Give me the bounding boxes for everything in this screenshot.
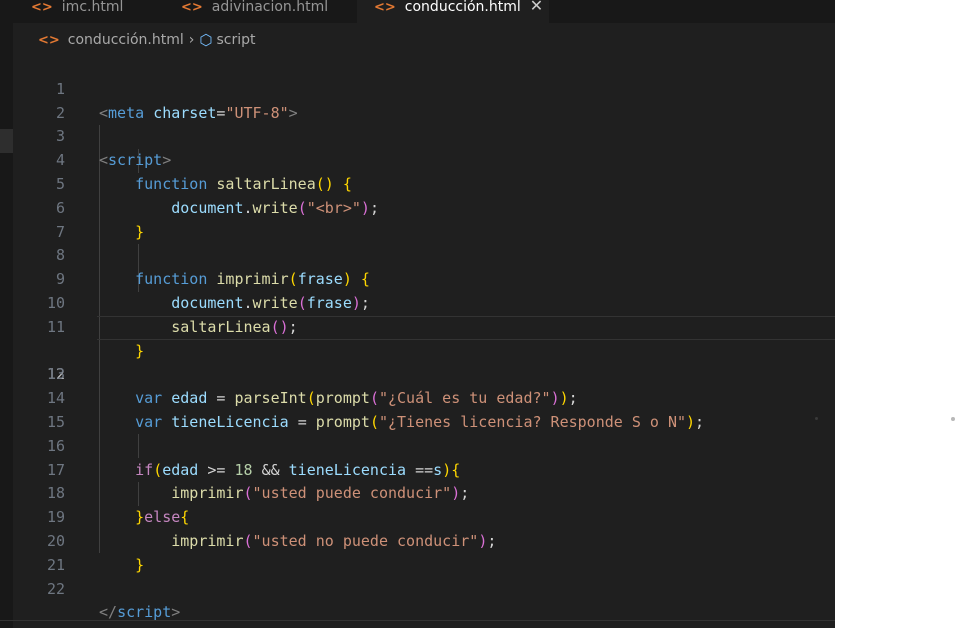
tab-conduccion-html[interactable]: <> conducción.html ✕ <box>357 0 549 23</box>
code-line[interactable]: 9 document.write(frase); <box>0 244 835 312</box>
code-line[interactable]: 4 function saltarLinea() { <box>0 125 835 193</box>
close-icon[interactable]: ✕ <box>530 0 543 15</box>
code-line[interactable]: 5 document.write("<br>"); <box>0 149 835 217</box>
breadcrumb: <> conducción.html › ⬡ script <box>38 29 256 51</box>
html-code-icon: <> <box>374 0 396 15</box>
code-line[interactable]: 15 <box>0 387 835 431</box>
code-line[interactable]: 3 <script> <box>0 102 835 169</box>
code-line[interactable]: 10 saltarLinea(); <box>0 268 835 336</box>
stray-dot <box>951 417 955 421</box>
code-line[interactable]: 19 imprimir("usted no puede conducir"); <box>0 482 835 550</box>
symbol-cube-icon: ⬡ <box>199 31 213 49</box>
code-line[interactable]: 22 </script> <box>0 554 835 622</box>
chevron-right-icon: › <box>188 32 195 48</box>
code-area[interactable]: 1 <meta charset="UTF-8"> 2 3 <script> 4 … <box>0 54 835 622</box>
code-line[interactable]: 20 } <box>0 506 835 574</box>
code-line[interactable]: 11 } <box>0 292 835 360</box>
tab-label: conducción.html <box>404 0 521 15</box>
code-line[interactable]: 6 } <box>0 173 835 241</box>
code-line[interactable]: 18 }else{ <box>0 459 835 526</box>
tab-label: imc.html <box>61 0 124 15</box>
code-line[interactable]: 14 var tieneLicencia = prompt("¿Tienes l… <box>0 363 835 431</box>
line-number: 22 <box>46 579 65 598</box>
html-code-icon: <> <box>31 0 53 15</box>
code-line[interactable]: 1 <meta charset="UTF-8"> <box>0 54 835 122</box>
code-line[interactable]: 8 function imprimir(frase) { <box>0 221 835 288</box>
code-line[interactable]: 13 var edad = parseInt(prompt("¿Cuál es … <box>0 340 835 407</box>
code-line[interactable]: 16 if(edad >= 18 && tieneLicencia ==s){ <box>0 411 835 479</box>
code-editor-window: <> imc.html <> adivinacion.html <> condu… <box>0 0 835 628</box>
tab-label: adivinacion.html <box>211 0 329 15</box>
html-code-icon: <> <box>181 0 203 15</box>
tab-bar: <> imc.html <> adivinacion.html <> condu… <box>0 0 835 23</box>
current-code-line[interactable]: 12 <box>0 315 835 383</box>
tab-adivinacion-html[interactable]: <> adivinacion.html <box>163 0 355 23</box>
code-line[interactable]: 2 <box>0 78 835 122</box>
breadcrumb-symbol[interactable]: script <box>216 32 255 48</box>
minimap-dot <box>815 417 818 420</box>
breadcrumb-file[interactable]: conducción.html <box>68 32 184 48</box>
code-line[interactable]: 21 <box>0 530 835 574</box>
code-line[interactable]: 17 imprimir("usted puede conducir"); <box>0 435 835 503</box>
tab-imc-html[interactable]: <> imc.html <box>0 0 160 23</box>
code-line[interactable]: 7 <box>0 197 835 241</box>
current-line-highlight <box>97 315 835 340</box>
panel-divider <box>0 620 835 621</box>
html-code-icon: <> <box>38 32 60 48</box>
